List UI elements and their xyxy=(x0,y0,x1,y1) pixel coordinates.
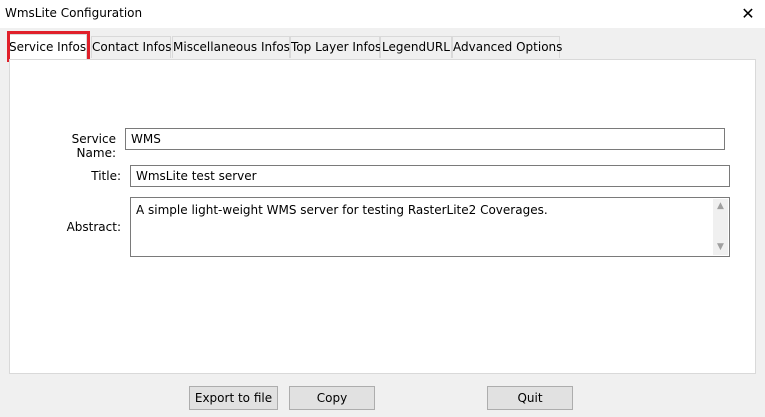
window-title: WmsLite Configuration xyxy=(5,6,143,20)
tab-service-infos[interactable]: Service Infos xyxy=(8,34,87,59)
service-infos-panel: Service Name: WMS Title: WmsLite test se… xyxy=(9,59,756,374)
service-name-label: Service Name: xyxy=(71,132,116,160)
abstract-textarea[interactable]: A simple light-weight WMS server for tes… xyxy=(130,197,730,257)
tab-miscellaneous-infos[interactable]: Miscellaneous Infos xyxy=(172,36,290,58)
scroll-up-icon[interactable]: ▲ xyxy=(713,199,728,214)
quit-button[interactable]: Quit xyxy=(487,386,573,410)
scroll-down-icon[interactable]: ▼ xyxy=(713,240,728,255)
tab-advanced-options[interactable]: Advanced Options xyxy=(452,36,562,58)
copy-button[interactable]: Copy xyxy=(289,386,375,410)
abstract-label: Abstract: xyxy=(66,220,121,234)
abstract-scrollbar[interactable]: ▲ ▼ xyxy=(713,199,728,255)
abstract-text: A simple light-weight WMS server for tes… xyxy=(136,203,548,217)
export-to-file-button[interactable]: Export to file xyxy=(189,386,278,410)
tab-legendurl[interactable]: LegendURL xyxy=(380,36,452,58)
configuration-window: WmsLite Configuration ✕ Service Infos Co… xyxy=(0,0,765,417)
tab-contact-infos[interactable]: Contact Infos xyxy=(91,36,171,58)
title-bar: WmsLite Configuration ✕ xyxy=(0,0,765,28)
close-icon[interactable]: ✕ xyxy=(737,3,759,25)
service-name-input[interactable]: WMS xyxy=(125,128,725,150)
tab-top-layer-infos[interactable]: Top Layer Infos xyxy=(290,36,381,58)
title-label: Title: xyxy=(91,169,121,183)
title-input[interactable]: WmsLite test server xyxy=(130,165,730,187)
